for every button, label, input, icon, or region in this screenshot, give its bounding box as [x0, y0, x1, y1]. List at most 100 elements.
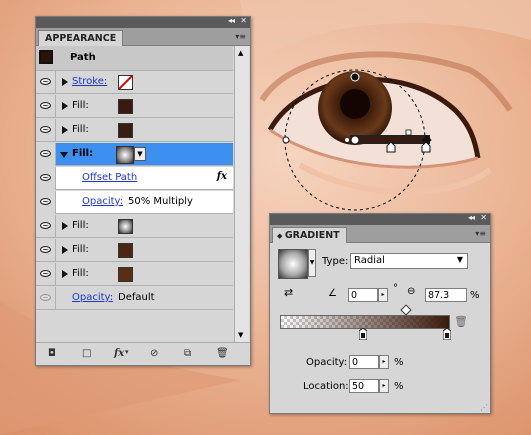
- tab-arrows-icon: ◆: [277, 232, 285, 240]
- appearance-row-fill-selected[interactable]: Fill: ▼: [36, 143, 233, 166]
- duplicate-item-icon[interactable]: ⧉: [184, 348, 191, 359]
- aspect-ratio-icon: ⊖: [407, 286, 416, 297]
- object-type-label: Path: [70, 52, 96, 63]
- gradient-slider[interactable]: [280, 315, 450, 329]
- panel-menu-icon[interactable]: ▾≡: [475, 229, 486, 238]
- visibility-eye-icon[interactable]: [36, 287, 56, 310]
- appearance-row-fill[interactable]: Fill:: [36, 119, 233, 142]
- panel-menu-icon[interactable]: ▾≡: [235, 32, 246, 41]
- object-header-row[interactable]: Path: [36, 46, 233, 71]
- color-stop-left[interactable]: [358, 327, 368, 341]
- visibility-eye-icon[interactable]: [36, 71, 56, 94]
- expand-triangle-icon[interactable]: [62, 78, 68, 86]
- appearance-row-fill[interactable]: Fill:: [36, 95, 233, 118]
- appearance-row-fill[interactable]: Fill:: [36, 215, 233, 238]
- appearance-row-stroke[interactable]: Stroke:: [36, 71, 233, 94]
- degree-symbol: °: [393, 283, 398, 294]
- close-icon[interactable]: ✕: [240, 16, 247, 25]
- fill-swatch[interactable]: [118, 243, 133, 258]
- panel-title-strip[interactable]: ◂◂ ✕: [36, 16, 250, 28]
- fx-dropdown-icon[interactable]: ▾: [125, 348, 129, 356]
- color-stop-right[interactable]: [442, 327, 452, 341]
- location-stepper[interactable]: ▸: [379, 379, 389, 393]
- fill-label: Fill:: [72, 244, 89, 255]
- visibility-eye-icon[interactable]: [36, 167, 56, 190]
- appearance-row-opacity-default[interactable]: Opacity: Default: [36, 287, 233, 310]
- stop-marker-icon: [442, 327, 452, 341]
- visibility-eye-icon[interactable]: [36, 143, 56, 166]
- gradient-swatch-dropdown[interactable]: ▼: [308, 249, 316, 277]
- scrollbar[interactable]: ▲ ▼: [234, 46, 249, 342]
- angle-input[interactable]: [348, 288, 378, 302]
- fill-swatch[interactable]: [118, 267, 133, 282]
- tab-gradient-label: GRADIENT: [284, 230, 340, 241]
- scroll-up-icon[interactable]: ▲: [238, 49, 243, 57]
- location-input[interactable]: [349, 379, 379, 393]
- fx-menu-icon[interactable]: fx: [114, 348, 124, 359]
- aspect-ratio-input[interactable]: [425, 288, 467, 302]
- appearance-row-fill[interactable]: Fill:: [36, 239, 233, 262]
- fx-icon[interactable]: fx: [217, 171, 227, 182]
- scroll-down-icon[interactable]: ▼: [238, 331, 243, 339]
- fill-label: Fill:: [72, 220, 89, 231]
- appearance-row-opacity[interactable]: Opacity: 50% Multiply: [36, 191, 233, 214]
- visibility-eye-icon[interactable]: [36, 191, 56, 214]
- collapse-icon[interactable]: ◂◂: [468, 213, 475, 222]
- opacity-stepper[interactable]: ▸: [379, 355, 389, 369]
- add-new-stroke-icon[interactable]: ◘: [48, 348, 56, 359]
- type-label: Type:: [322, 256, 349, 267]
- object-thumbnail-icon: [39, 50, 53, 64]
- tab-appearance[interactable]: APPEARANCE: [38, 30, 124, 46]
- tab-gradient[interactable]: ◆ GRADIENT: [272, 227, 347, 243]
- opacity-label: Opacity:: [306, 357, 348, 368]
- swatch-dropdown[interactable]: ▼: [134, 147, 146, 161]
- delete-icon[interactable]: 🗑: [216, 348, 229, 359]
- fill-label: Fill:: [72, 268, 89, 279]
- fill-label: Fill:: [72, 100, 89, 111]
- type-select[interactable]: Radial ▼: [350, 253, 468, 269]
- expand-triangle-icon[interactable]: [62, 246, 68, 254]
- resize-grip-icon[interactable]: ⋰: [480, 403, 488, 412]
- none-slash-icon: [119, 76, 132, 89]
- close-icon[interactable]: ✕: [480, 213, 487, 222]
- opacity-input[interactable]: [349, 355, 379, 369]
- radial-gradient-swatch[interactable]: [118, 219, 133, 234]
- type-select-value: Radial: [354, 255, 385, 266]
- panel-title-strip[interactable]: ◂◂ ✕: [270, 213, 490, 225]
- expand-triangle-icon[interactable]: [62, 126, 68, 134]
- radial-gradient-swatch[interactable]: [116, 146, 134, 164]
- add-new-fill-icon[interactable]: □: [82, 348, 91, 359]
- midpoint-diamond-icon[interactable]: [400, 304, 412, 316]
- visibility-eye-icon[interactable]: [36, 215, 56, 238]
- angle-stepper[interactable]: ▸: [378, 288, 388, 302]
- offset-path-link[interactable]: Offset Path: [82, 172, 137, 183]
- aspect-unit: %: [470, 290, 480, 301]
- appearance-row-fill[interactable]: Fill:: [36, 263, 233, 286]
- visibility-eye-icon[interactable]: [36, 119, 56, 142]
- expand-triangle-icon[interactable]: [62, 222, 68, 230]
- tab-row: APPEARANCE ▾≡: [36, 28, 250, 46]
- stroke-label[interactable]: Stroke:: [72, 76, 107, 87]
- fill-label: Fill:: [72, 148, 94, 159]
- chevron-down-icon: ▼: [456, 255, 463, 264]
- visibility-eye-icon[interactable]: [36, 263, 56, 286]
- collapse-icon[interactable]: ◂◂: [228, 16, 235, 25]
- expand-triangle-icon[interactable]: [62, 270, 68, 278]
- opacity-value: 50% Multiply: [128, 196, 193, 207]
- expand-triangle-icon[interactable]: [62, 102, 68, 110]
- opacity-link[interactable]: Opacity:: [82, 196, 123, 207]
- clear-appearance-icon[interactable]: ⊘: [150, 348, 158, 359]
- gradient-swatch-icon[interactable]: [278, 249, 308, 279]
- trash-icon[interactable]: 🗑: [454, 315, 468, 328]
- collapse-triangle-icon[interactable]: [60, 152, 68, 158]
- fill-swatch[interactable]: [118, 123, 133, 138]
- tab-row: ◆ GRADIENT ▾≡: [270, 225, 490, 243]
- stroke-none-swatch[interactable]: [118, 75, 133, 90]
- opacity-link[interactable]: Opacity:: [72, 292, 113, 303]
- reverse-gradient-icon[interactable]: ⇄: [284, 286, 293, 299]
- appearance-row-effect[interactable]: Offset Path fx: [36, 167, 233, 190]
- visibility-eye-icon[interactable]: [36, 239, 56, 262]
- gradient-panel: ◂◂ ✕ ◆ GRADIENT ▾≡ ▼ Type: Radial ▼ ⇄ ∠ …: [269, 213, 491, 414]
- visibility-eye-icon[interactable]: [36, 95, 56, 118]
- fill-swatch[interactable]: [118, 99, 133, 114]
